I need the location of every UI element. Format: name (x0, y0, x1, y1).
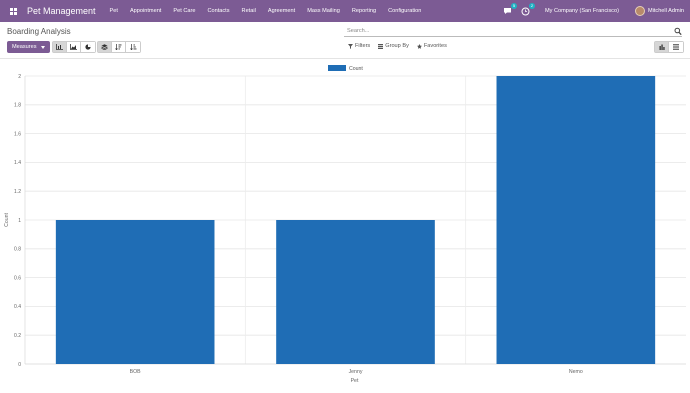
app-brand[interactable]: Pet Management (27, 6, 96, 16)
filters-toggle[interactable]: Filters (348, 43, 370, 49)
search-bar[interactable]: Search... (344, 27, 682, 37)
pie-chart-button[interactable] (81, 42, 95, 52)
legend-label: Count (349, 66, 363, 72)
menu-item-retail[interactable]: Retail (242, 8, 256, 14)
graph-view-icon (659, 44, 665, 50)
sort-descending-icon (115, 44, 122, 50)
search-icon[interactable] (674, 27, 682, 36)
bar-chart-button[interactable] (53, 42, 67, 52)
y-tick-label: 1.6 (14, 131, 21, 137)
x-tick-label: Jenny (349, 369, 363, 375)
measures-label: Measures (12, 44, 37, 50)
messages-icon[interactable]: 5 (503, 3, 517, 16)
bar (276, 220, 435, 364)
search-options: Filters Group By Favorites (348, 43, 455, 49)
chevron-down-icon (40, 45, 45, 49)
company-switcher[interactable]: My Company (San Francisco) (545, 8, 619, 14)
x-tick-label: Nemo (569, 369, 583, 375)
bar-chart-icon (56, 44, 63, 50)
activity-badge: 2 (528, 3, 535, 9)
filters-label: Filters (355, 43, 371, 49)
list-view-icon (673, 44, 679, 50)
sort-ascending-icon (129, 44, 136, 50)
legend-swatch (328, 65, 346, 71)
y-tick-label: 1 (18, 218, 21, 224)
pie-chart-icon (85, 44, 91, 50)
y-tick-label: 1.8 (14, 103, 21, 109)
y-tick-label: 0.6 (14, 275, 21, 281)
y-tick-label: 1.2 (14, 189, 21, 195)
star-icon (416, 43, 422, 49)
chart-options-group (97, 41, 141, 53)
menu-item-agreement[interactable]: Agreement (268, 8, 295, 14)
page-title: Boarding Analysis (7, 27, 71, 36)
main-menu: Pet Appointment Pet Care Contacts Retail… (104, 8, 428, 14)
graph-view: 0 0.2 0.4 0.6 0.8 1 1.2 1.4 1.6 1.8 2 BOB Jenny Nemo P… (0, 60, 690, 388)
search-input[interactable]: Search... (347, 28, 369, 34)
x-axis-title: Pet (351, 378, 359, 384)
menu-item-pet-care[interactable]: Pet Care (173, 8, 195, 14)
bar (496, 76, 656, 364)
ascending-button[interactable] (126, 42, 140, 52)
filter-icon (348, 43, 353, 49)
menu-item-pet[interactable]: Pet (110, 8, 118, 14)
y-tick-label: 0.2 (14, 333, 21, 339)
bar-chart: 0 0.2 0.4 0.6 0.8 1 1.2 1.4 1.6 1.8 2 BOB Jenny Nemo P… (4, 65, 686, 384)
menu-item-mass-mailing[interactable]: Mass Mailing (307, 8, 340, 14)
y-tick-label: 0 (18, 362, 21, 368)
graph-view-button[interactable] (655, 42, 669, 52)
line-chart-button[interactable] (67, 42, 81, 52)
apps-menu-icon[interactable] (6, 0, 20, 22)
y-axis-title: Count (4, 213, 10, 227)
menu-item-configuration[interactable]: Configuration (388, 8, 421, 14)
menu-item-appointment[interactable]: Appointment (130, 8, 161, 14)
group-by-icon (378, 43, 384, 49)
y-tick-label: 2 (18, 74, 21, 80)
descending-button[interactable] (112, 42, 126, 52)
menu-item-contacts[interactable]: Contacts (207, 8, 229, 14)
top-navbar: Pet Management Pet Appointment Pet Care … (0, 0, 690, 22)
favorites-label: Favorites (423, 43, 447, 49)
stacked-button[interactable] (98, 42, 112, 52)
control-panel-divider (0, 58, 690, 59)
user-menu[interactable]: Mitchell Admin (648, 8, 684, 14)
group-by-label: Group By (385, 43, 409, 49)
group-by-toggle[interactable]: Group By (378, 43, 409, 49)
navbar-systray: 5 2 My Company (San Francisco) Mitchell … (495, 0, 684, 22)
area-chart-icon (70, 44, 77, 50)
measures-dropdown-button[interactable]: Measures (7, 41, 50, 53)
list-view-button[interactable] (669, 42, 683, 52)
activity-clock-icon[interactable]: 2 (521, 3, 535, 16)
menu-item-reporting[interactable]: Reporting (352, 8, 376, 14)
y-tick-label: 0.8 (14, 247, 21, 253)
bar (55, 220, 215, 364)
user-avatar[interactable] (634, 6, 645, 16)
messages-badge: 5 (510, 3, 517, 9)
x-tick-label: BOB (130, 369, 141, 375)
stack-icon (101, 44, 108, 50)
favorites-toggle[interactable]: Favorites (416, 43, 447, 49)
y-tick-label: 0.4 (14, 304, 21, 310)
view-switcher (654, 41, 684, 53)
chart-type-group (52, 41, 96, 53)
y-tick-label: 1.4 (14, 160, 21, 166)
